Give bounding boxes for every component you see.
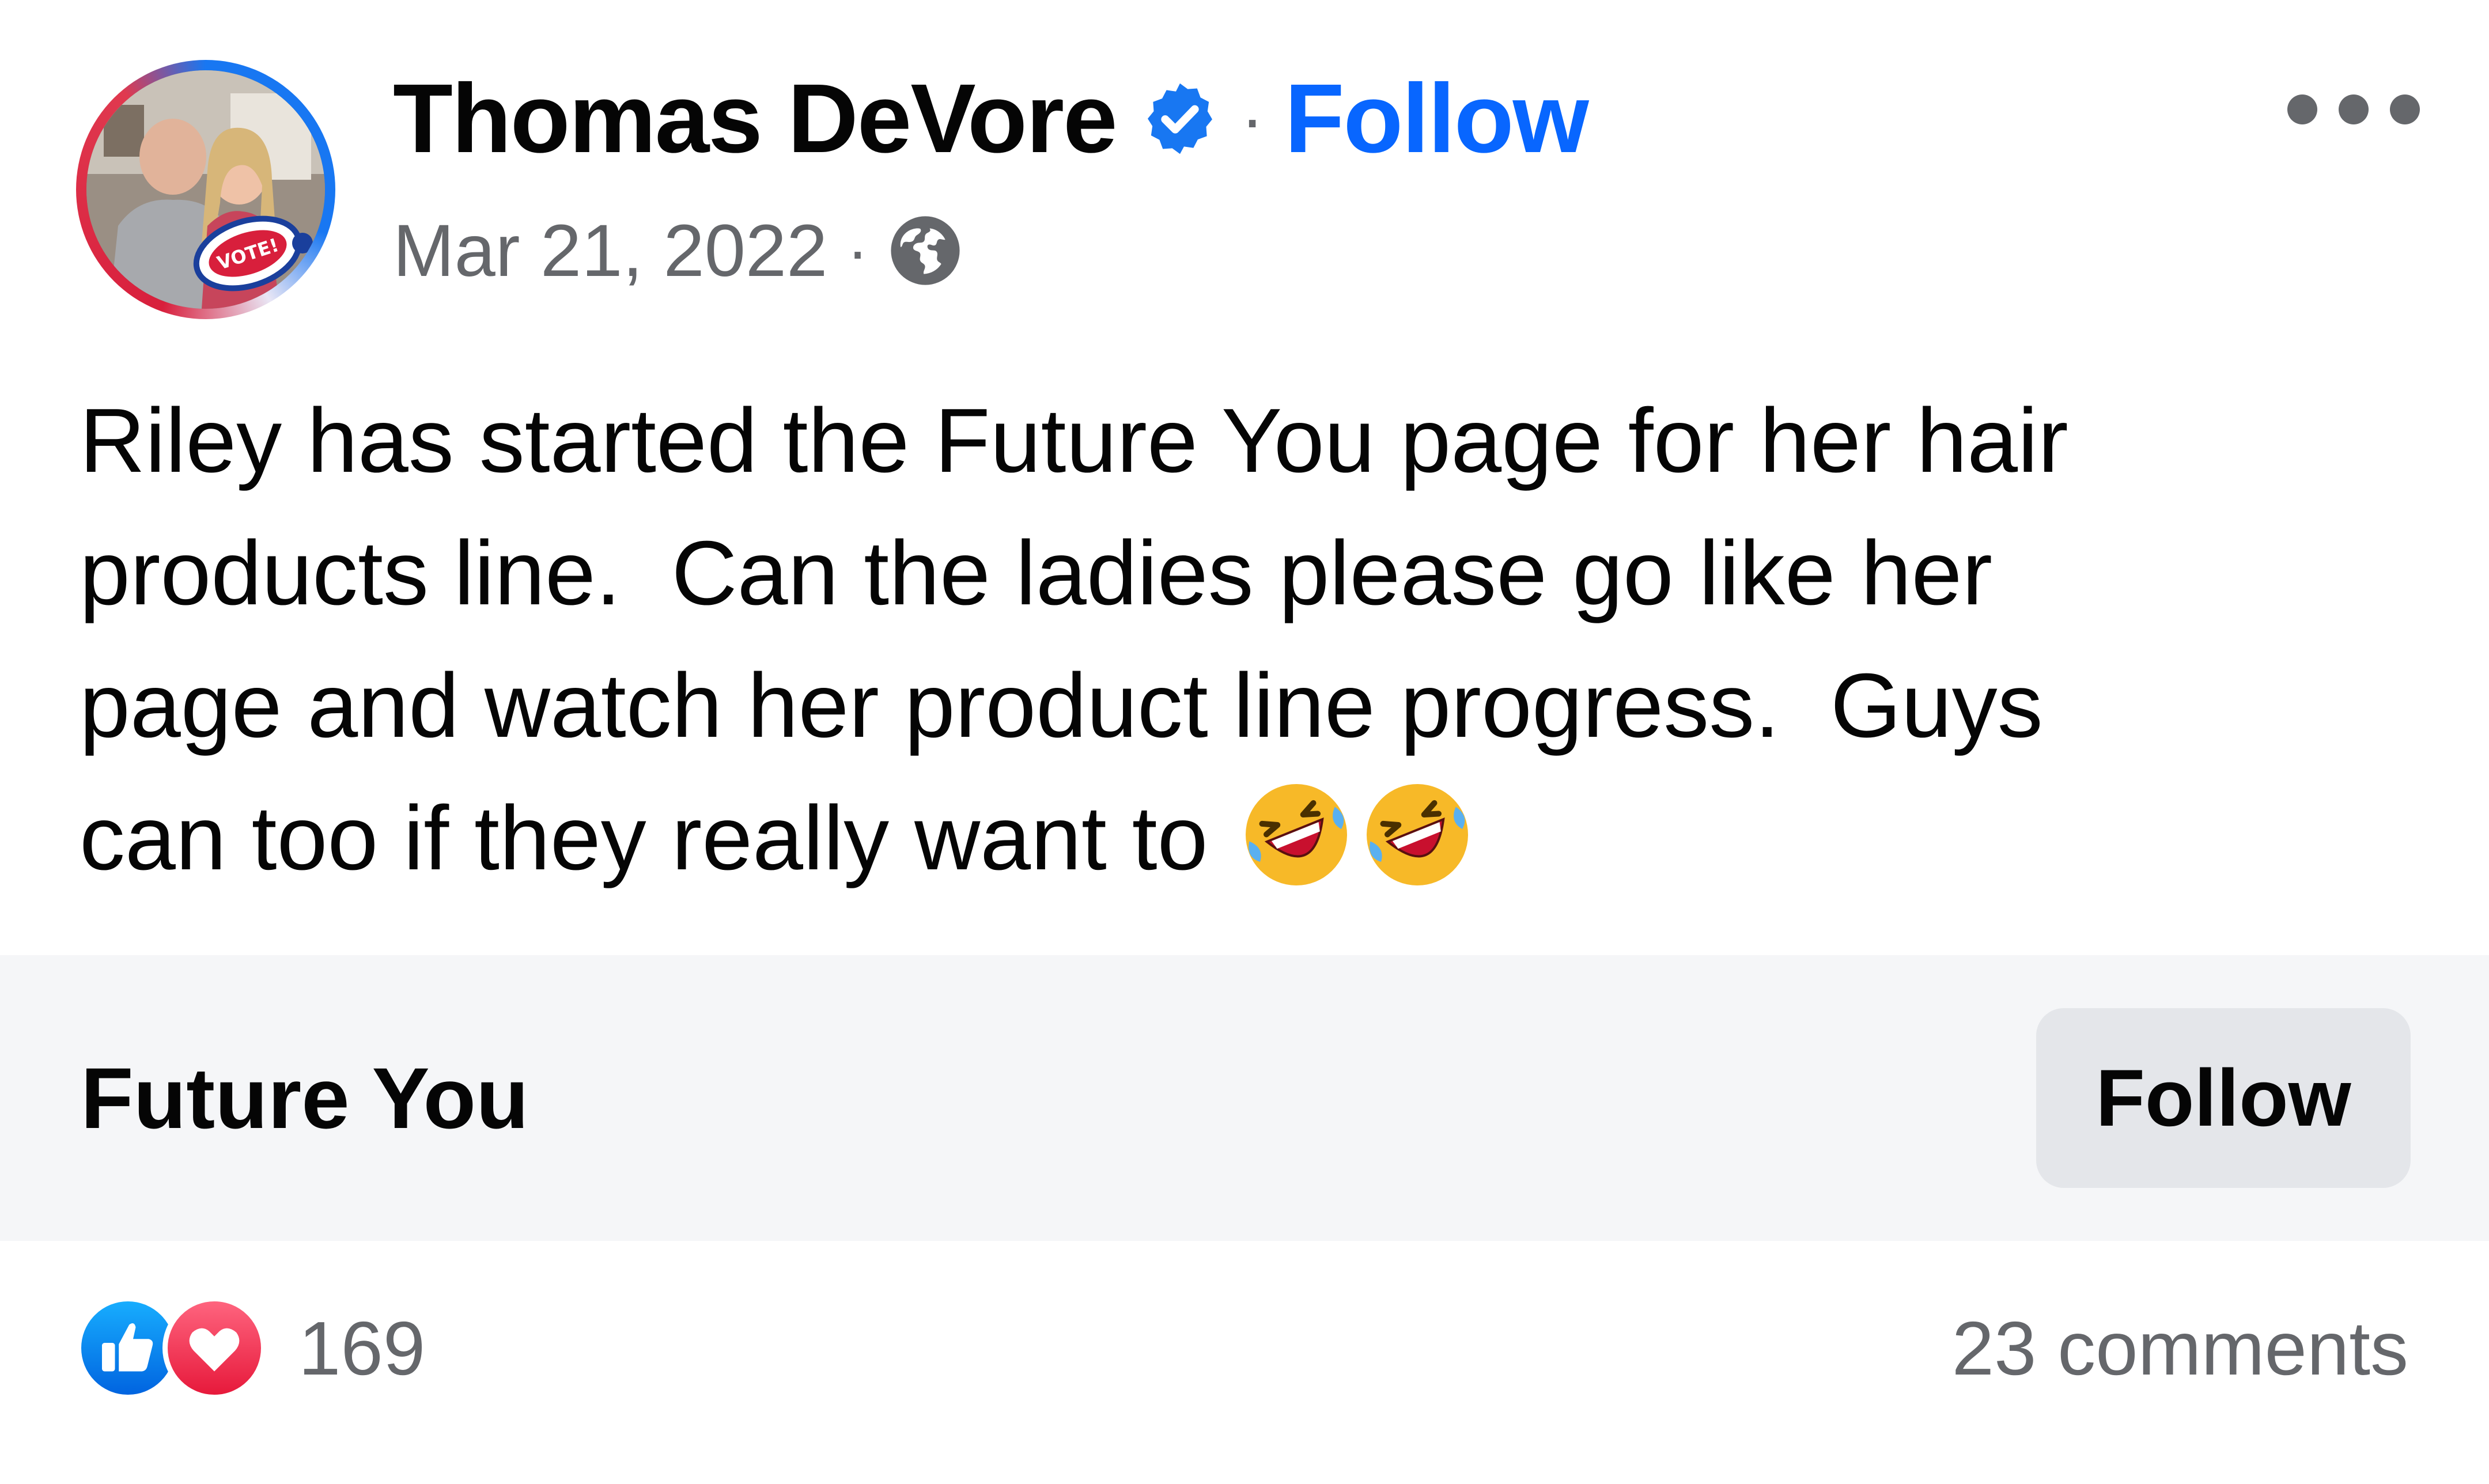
follow-page-button[interactable]: Follow bbox=[2036, 1008, 2411, 1188]
post-text-line: products line. Can the ladies please go … bbox=[80, 523, 1993, 624]
love-icon bbox=[162, 1296, 266, 1400]
post-meta: Mar 21, 2022 · bbox=[393, 202, 963, 300]
more-options-icon[interactable] bbox=[2287, 86, 2420, 132]
globe-icon bbox=[888, 213, 963, 288]
laughing-emoji-icon bbox=[1239, 777, 1354, 892]
avatar[interactable]: VOTE! bbox=[86, 70, 325, 309]
post-text-line: page and watch her product line progress… bbox=[80, 655, 2043, 756]
avatar-photo: VOTE! bbox=[86, 70, 325, 309]
post-text-line: Riley has started the Future You page fo… bbox=[80, 390, 2068, 491]
shared-page-card[interactable]: Future You Follow bbox=[0, 955, 2489, 1241]
more-dot bbox=[2287, 94, 2317, 124]
reactions-summary[interactable]: 169 bbox=[76, 1296, 425, 1400]
post-date[interactable]: Mar 21, 2022 bbox=[393, 209, 827, 293]
shared-page-title[interactable]: Future You bbox=[81, 955, 529, 1241]
follow-author-link[interactable]: Follow bbox=[1285, 62, 1589, 175]
author-row: Thomas DeVore · Follow bbox=[393, 55, 1589, 182]
post-card: VOTE! Thomas DeVore · Follow Mar 21, 202… bbox=[0, 0, 2489, 1484]
post-text-last-line: can too if they really want to bbox=[80, 772, 2442, 904]
comments-count-link[interactable]: 23 comments bbox=[1952, 1296, 2408, 1400]
verified-badge-icon bbox=[1140, 78, 1220, 159]
more-dot bbox=[2390, 94, 2420, 124]
reaction-count: 169 bbox=[298, 1305, 426, 1391]
laughing-emoji-icon bbox=[1360, 777, 1475, 892]
more-dot bbox=[2339, 94, 2369, 124]
meta-separator: · bbox=[847, 215, 868, 286]
author-name[interactable]: Thomas DeVore bbox=[393, 62, 1118, 175]
title-separator: · bbox=[1240, 80, 1264, 157]
post-text-line: can too if they really want to bbox=[80, 788, 1208, 889]
post-text: Riley has started the Future You page fo… bbox=[80, 374, 2442, 904]
